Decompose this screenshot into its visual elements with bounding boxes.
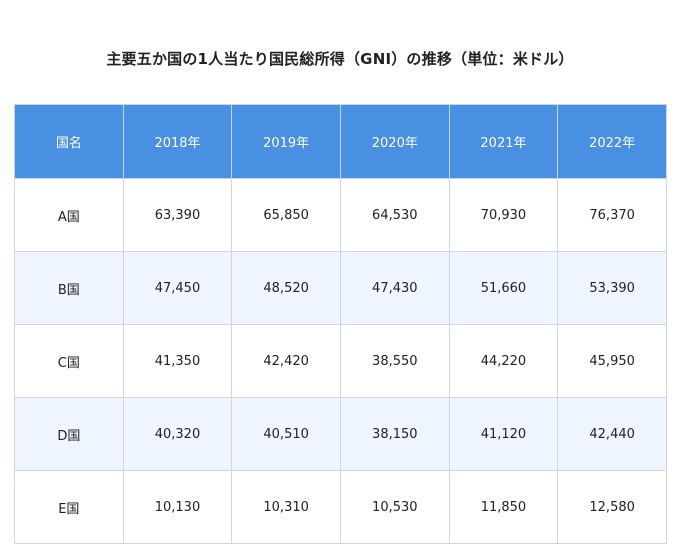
- table-cell: 40,320: [122, 397, 233, 471]
- table-cell: 48,520: [231, 251, 341, 325]
- table-cell: 47,450: [122, 251, 233, 325]
- table-cell: 38,150: [339, 397, 450, 471]
- table-row: C国 41,350 42,420 38,550 44,220 45,950: [14, 324, 667, 398]
- table-cell: 40,510: [231, 397, 341, 471]
- header-row: 国名 2018年 2019年 2020年 2021年 2022年: [14, 104, 667, 179]
- row-label: A国: [14, 178, 124, 252]
- table-cell: 10,130: [122, 470, 233, 544]
- table-cell: 63,390: [122, 178, 233, 252]
- table-row: D国 40,320 40,510 38,150 41,120 42,440: [14, 397, 667, 471]
- header-cell-2018: 2018年: [122, 104, 233, 179]
- table-row: B国 47,450 48,520 47,430 51,660 53,390: [14, 251, 667, 325]
- table-cell: 10,530: [339, 470, 450, 544]
- table-cell: 53,390: [557, 251, 667, 325]
- table-cell: 38,550: [339, 324, 450, 398]
- table-row: E国 10,130 10,310 10,530 11,850 12,580: [14, 470, 667, 544]
- table-cell: 76,370: [557, 178, 667, 252]
- table-cell: 11,850: [448, 470, 559, 544]
- row-label: C国: [14, 324, 124, 398]
- table-row: A国 63,390 65,850 64,530 70,930 76,370: [14, 178, 667, 252]
- header-cell-2021: 2021年: [448, 104, 559, 179]
- row-label: E国: [14, 470, 124, 544]
- table-cell: 41,350: [122, 324, 233, 398]
- header-cell-2020: 2020年: [339, 104, 450, 179]
- table-cell: 41,120: [448, 397, 559, 471]
- table-cell: 42,420: [231, 324, 341, 398]
- row-label: B国: [14, 251, 124, 325]
- gni-table: 国名 2018年 2019年 2020年 2021年 2022年 A国 63,3…: [14, 104, 667, 544]
- table-cell: 64,530: [339, 178, 450, 252]
- header-cell-2022: 2022年: [557, 104, 667, 179]
- table-cell: 45,950: [557, 324, 667, 398]
- table-cell: 51,660: [448, 251, 559, 325]
- table-cell: 12,580: [557, 470, 667, 544]
- table-cell: 65,850: [231, 178, 341, 252]
- table-cell: 10,310: [231, 470, 341, 544]
- table-cell: 47,430: [339, 251, 450, 325]
- header-cell-2019: 2019年: [231, 104, 341, 179]
- table-cell: 42,440: [557, 397, 667, 471]
- header-cell-country: 国名: [14, 104, 124, 179]
- table-cell: 70,930: [448, 178, 559, 252]
- table-title: 主要五か国の1人当たり国民総所得（GNI）の推移（単位：米ドル）: [106, 50, 574, 68]
- row-label: D国: [14, 397, 124, 471]
- table-cell: 44,220: [448, 324, 559, 398]
